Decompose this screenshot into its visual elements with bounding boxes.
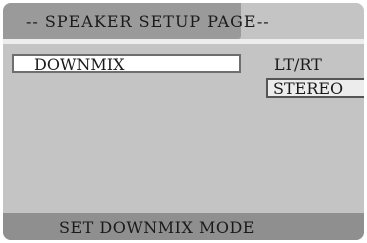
page-title-bar: -- SPEAKER SETUP PAGE-- — [3, 3, 269, 39]
menu-item-label: DOWNMIX — [34, 55, 125, 74]
status-text: SET DOWNMIX MODE — [59, 218, 255, 237]
option-lt-rt[interactable]: LT/RT — [274, 55, 322, 74]
title-divider — [3, 39, 364, 44]
menu-item-downmix[interactable]: DOWNMIX — [12, 54, 241, 74]
page-title: -- SPEAKER SETUP PAGE-- — [26, 12, 270, 31]
status-bar: SET DOWNMIX MODE — [3, 213, 364, 240]
option-stereo[interactable]: STEREO — [266, 78, 364, 98]
option-stereo-label: STEREO — [273, 79, 344, 98]
osd-screen: -- SPEAKER SETUP PAGE-- DOWNMIX LT/RT ST… — [3, 3, 364, 240]
